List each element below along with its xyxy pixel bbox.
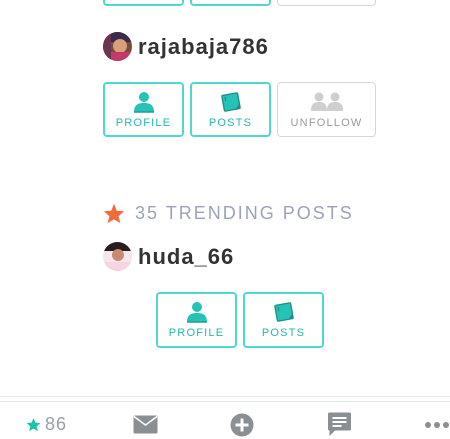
users-icon — [310, 92, 343, 111]
more-icon — [425, 422, 449, 428]
mail-icon — [133, 415, 158, 434]
tab-more[interactable] — [424, 421, 450, 429]
prev-posts-button[interactable] — [190, 0, 271, 6]
note-icon — [273, 302, 294, 322]
posts-button[interactable]: POSTS — [190, 82, 271, 137]
tab-messages[interactable] — [133, 415, 158, 434]
feed-divider — [0, 396, 450, 397]
favorites-count: 86 — [45, 414, 68, 434]
unfollow-button[interactable]: UNFOLLOW — [277, 82, 376, 137]
user-icon — [133, 91, 154, 113]
trending-header: 35 TRENDING POSTS — [103, 203, 354, 224]
bottom-tab-bar: 86 — [0, 402, 450, 439]
posts-button[interactable]: POSTS — [243, 292, 324, 348]
profile-button[interactable]: PROFILE — [156, 292, 237, 348]
tab-add[interactable] — [230, 413, 254, 437]
comment-icon — [328, 412, 351, 436]
avatar[interactable] — [103, 32, 132, 61]
posts-label: POSTS — [208, 116, 253, 129]
unfollow-label: UNFOLLOW — [290, 116, 363, 129]
user-icon — [186, 302, 207, 323]
note-icon — [220, 91, 241, 112]
plus-circle-icon — [230, 413, 254, 437]
profile-label: PROFILE — [168, 327, 225, 339]
profile-label: PROFILE — [115, 116, 172, 129]
profile-button[interactable]: PROFILE — [103, 82, 184, 137]
user-header: huda_66 — [103, 242, 234, 271]
feed-page: rajabaja786 PROFILE POSTS UNFOLLOW 35 TR… — [0, 0, 450, 439]
star-icon — [103, 203, 125, 224]
tab-comments[interactable] — [327, 412, 352, 437]
username[interactable]: rajabaja786 — [138, 34, 269, 60]
prev-profile-button[interactable] — [103, 0, 184, 6]
username[interactable]: huda_66 — [138, 244, 234, 270]
prev-unfollow-button[interactable] — [277, 0, 376, 6]
user-header: rajabaja786 — [103, 32, 269, 61]
posts-label: POSTS — [261, 327, 306, 339]
tab-favorites[interactable]: 86 — [26, 414, 67, 435]
avatar[interactable] — [103, 242, 132, 271]
star-icon — [26, 417, 41, 432]
trending-count[interactable]: 35 TRENDING POSTS — [135, 203, 354, 224]
